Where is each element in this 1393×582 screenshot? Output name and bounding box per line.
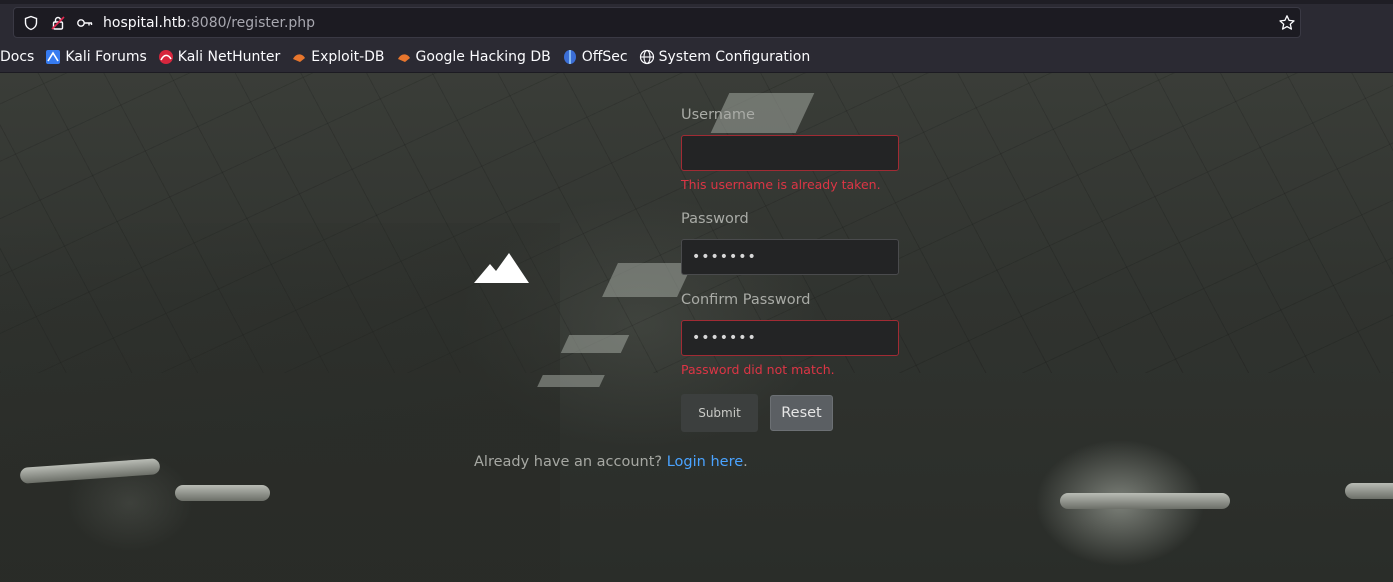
kali-forums-icon [45, 49, 61, 65]
url-path: :8080/register.php [186, 15, 316, 31]
kali-nethunter-icon [158, 49, 174, 65]
bookmark-label: Exploit-DB [311, 49, 385, 65]
confirm-password-input[interactable]: ••••••• [681, 320, 899, 356]
bookmark-docs[interactable]: Docs [0, 49, 34, 65]
ceiling-light [537, 375, 605, 387]
bookmark-label: System Configuration [658, 49, 811, 65]
wall-lamp [175, 485, 270, 501]
bookmarks-toolbar: Docs Kali Forums Kali NetHunter Exploit-… [0, 45, 1393, 69]
bookmark-label: Google Hacking DB [415, 49, 551, 65]
star-bookmark-icon[interactable] [1278, 14, 1296, 32]
address-bar[interactable]: hospital.htb:8080/register.php [13, 7, 1301, 38]
mountain-logo-icon [474, 252, 529, 284]
bookmark-label: Docs [0, 49, 35, 65]
wall-lamp [1060, 493, 1230, 509]
url-text[interactable]: hospital.htb:8080/register.php [103, 14, 315, 32]
reset-button[interactable]: Reset [770, 395, 833, 431]
password-input[interactable]: ••••••• [681, 239, 899, 275]
browser-toolbar: hospital.htb:8080/register.php Docs Kali… [0, 0, 1393, 73]
bookmark-kali-forums[interactable]: Kali Forums [45, 49, 147, 65]
ghdb-icon [396, 49, 412, 65]
bookmark-kali-nethunter[interactable]: Kali NetHunter [158, 49, 280, 65]
login-prompt-suffix: . [743, 454, 748, 470]
bookmark-label: Kali Forums [65, 49, 147, 65]
confirm-password-label: Confirm Password [681, 292, 811, 308]
ceiling-light [602, 263, 693, 297]
bookmark-google-hacking-db[interactable]: Google Hacking DB [396, 49, 551, 65]
bookmark-label: OffSec [581, 49, 628, 65]
submit-button[interactable]: Submit [681, 394, 758, 432]
confirm-password-error: Password did not match. [681, 362, 835, 377]
window-edge [0, 0, 1393, 4]
shield-icon[interactable] [22, 14, 40, 32]
login-link[interactable]: Login here [667, 454, 743, 470]
bookmark-offsec[interactable]: OffSec [562, 49, 628, 65]
username-input[interactable] [681, 135, 899, 171]
bookmark-exploit-db[interactable]: Exploit-DB [291, 49, 385, 65]
username-error: This username is already taken. [681, 177, 881, 192]
bookmark-label: Kali NetHunter [177, 49, 281, 65]
bookmark-system-configuration[interactable]: System Configuration [639, 49, 811, 65]
login-prompt-text: Already have an account? [474, 454, 667, 470]
exploit-db-icon [291, 49, 307, 65]
login-prompt: Already have an account? Login here. [474, 454, 748, 470]
key-icon[interactable] [76, 14, 94, 32]
url-host: hospital.htb [103, 15, 187, 31]
wall-lamp [1345, 483, 1393, 499]
ceiling-light [560, 335, 630, 353]
insecure-lock-icon[interactable] [49, 14, 67, 32]
globe-icon [639, 49, 655, 65]
username-label: Username [681, 107, 755, 123]
password-label: Password [681, 211, 749, 227]
offsec-icon [562, 49, 578, 65]
